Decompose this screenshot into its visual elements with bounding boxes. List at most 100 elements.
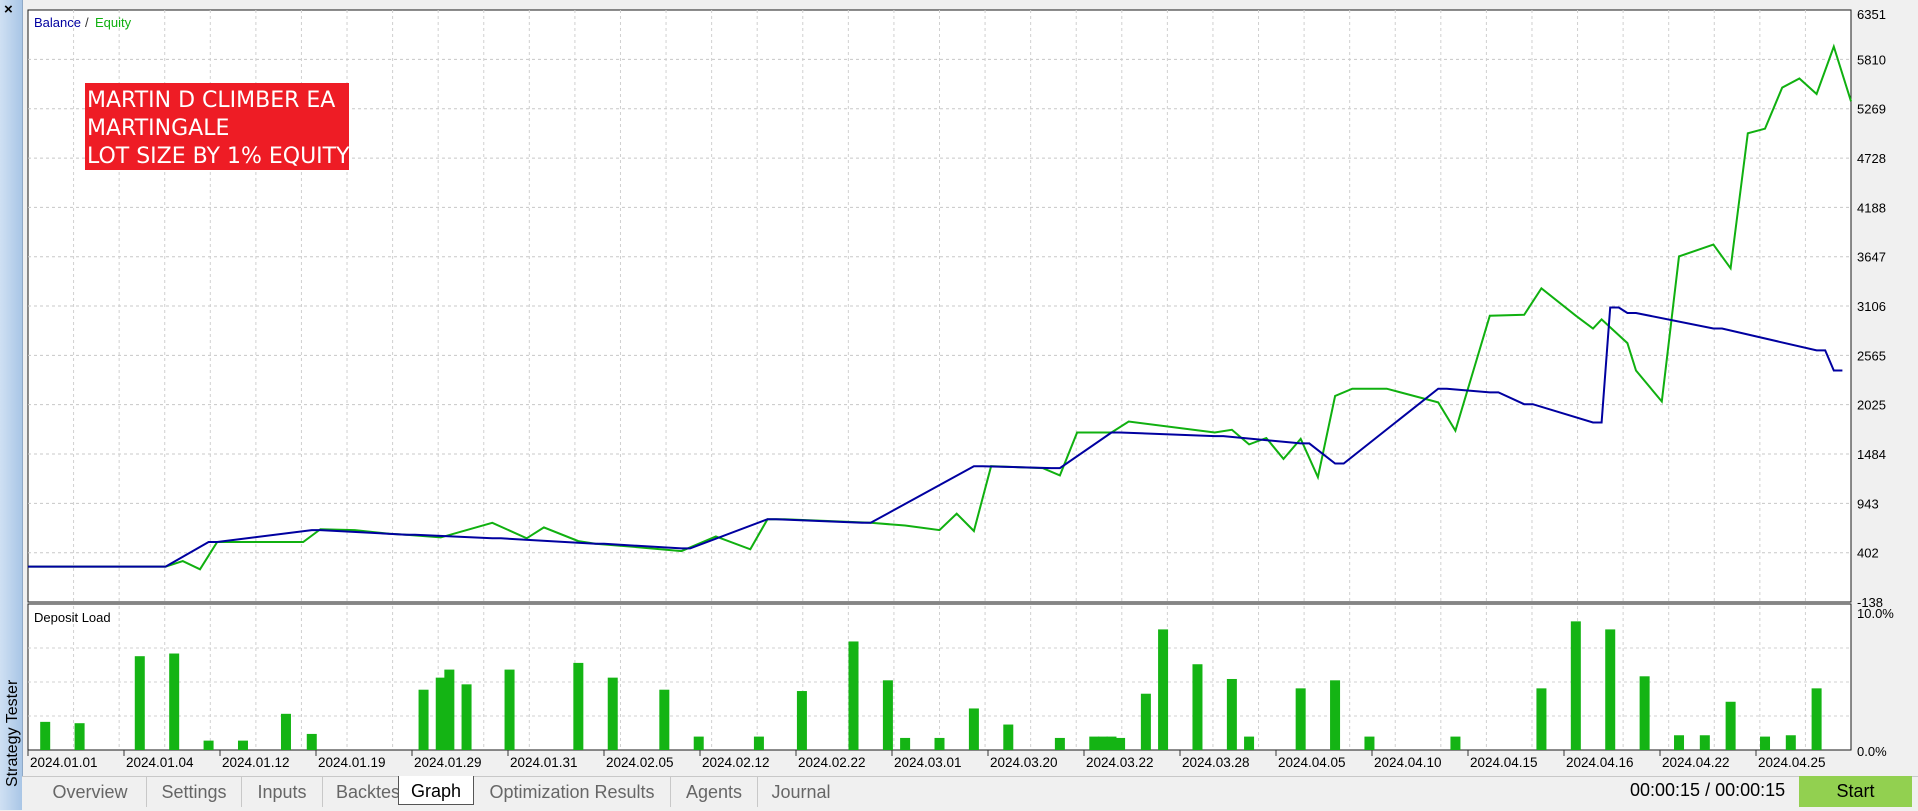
deposit-bar [607, 677, 618, 750]
deposit-bar [169, 653, 180, 750]
deposit-bar [74, 723, 85, 750]
x-tick-label: 2024.02.22 [798, 755, 866, 770]
deposit-bar [693, 736, 704, 750]
main-y-axis: 6351 5810 5269 4728 4188 3647 3106 2565 2025 1484… [1857, 7, 1886, 610]
deposit-bar [882, 680, 893, 750]
deposit-bar [796, 691, 807, 750]
y-tick-label: 1484 [1857, 447, 1886, 462]
y-tick-label: 2565 [1857, 348, 1886, 363]
deposit-bar [1003, 724, 1014, 750]
deposit-bar [504, 669, 515, 750]
deposit-bar [1699, 735, 1710, 750]
x-tick-label: 2024.04.22 [1662, 755, 1730, 770]
deposit-bar [1785, 735, 1796, 750]
banner-line-2: MARTINGALE [87, 116, 229, 141]
deposit-bar [1364, 736, 1375, 750]
x-tick-label: 2024.03.01 [894, 755, 962, 770]
x-tick-label: 2024.01.01 [30, 755, 98, 770]
deposit-bar [1192, 664, 1203, 750]
deposit-bar [40, 721, 51, 750]
x-tick-label: 2024.04.16 [1566, 755, 1634, 770]
legend-equity: Equity [95, 15, 132, 30]
x-tick-label: 2024.02.12 [702, 755, 770, 770]
deposit-bar [1089, 736, 1100, 750]
x-tick-label: 2024.04.15 [1470, 755, 1538, 770]
x-axis-labels: 2024.01.01 2024.01.04 2024.01.12 2024.01.19… [27, 750, 1826, 770]
graph-area: 6351 5810 5269 4728 4188 3647 3106 2565 2025 1484… [27, 7, 1894, 770]
y-tick-label: 943 [1857, 496, 1879, 511]
deposit-bar [1811, 688, 1822, 750]
x-tick-label: 2024.04.05 [1278, 755, 1346, 770]
deposit-bar [1295, 688, 1306, 750]
deposit-bar [418, 689, 429, 750]
deposit-bar [134, 656, 145, 750]
y-tick-label: 3647 [1857, 250, 1886, 265]
deposit-bar [1450, 736, 1461, 750]
deposit-bar [934, 737, 945, 750]
x-tick-label: 2024.04.25 [1758, 755, 1826, 770]
y-tick-label: 402 [1857, 546, 1879, 561]
legend-separator: / [85, 15, 89, 30]
x-tick-label: 2024.03.22 [1086, 755, 1154, 770]
start-button[interactable]: Start [1799, 776, 1912, 807]
deposit-bar [1674, 735, 1685, 750]
deposit-bar [1570, 621, 1581, 750]
deposit-bar [1760, 736, 1771, 750]
deposit-bar [1639, 676, 1650, 750]
deposit-bar [573, 662, 584, 750]
y-tick-label: 4188 [1857, 200, 1886, 215]
x-tick-label: 2024.01.12 [222, 755, 290, 770]
deposit-bar [848, 641, 859, 750]
deposit-bar [968, 708, 979, 750]
tab-agents[interactable]: Agents [671, 777, 758, 807]
y-tick-label: 5269 [1857, 102, 1886, 117]
deposit-ytick-bottom: 0.0% [1857, 744, 1887, 759]
tab-journal[interactable]: Journal [758, 777, 844, 807]
y-tick-label: 5810 [1857, 52, 1886, 67]
x-tick-label: 2024.01.31 [510, 755, 578, 770]
deposit-bar [1725, 701, 1736, 750]
deposit-chart-title: Deposit Load [34, 610, 111, 625]
deposit-bar [1605, 629, 1616, 750]
deposit-bar [1330, 680, 1341, 750]
x-tick-label: 2024.03.20 [990, 755, 1058, 770]
tab-overview[interactable]: Overview [34, 777, 147, 807]
deposit-bar [1115, 737, 1126, 750]
deposit-bar [461, 684, 472, 750]
deposit-bar [1226, 678, 1237, 750]
deposit-bar [659, 689, 670, 750]
tab-settings[interactable]: Settings [147, 777, 242, 807]
deposit-bar [1054, 737, 1065, 750]
deposit-bar [1140, 693, 1151, 750]
deposit-bar [444, 669, 455, 750]
elapsed-timer: 00:00:15 / 00:00:15 [1630, 780, 1786, 800]
deposit-bar [237, 740, 248, 750]
x-tick-label: 2024.01.29 [414, 755, 482, 770]
x-tick-label: 2024.01.04 [126, 755, 194, 770]
tab-graph[interactable]: Graph [398, 776, 474, 805]
deposit-bar [280, 713, 291, 750]
deposit-bar [435, 677, 446, 750]
deposit-bar [900, 737, 911, 750]
x-tick-label: 2024.03.28 [1182, 755, 1250, 770]
deposit-ytick-top: 10.0% [1857, 606, 1894, 621]
tab-optimization-results[interactable]: Optimization Results [474, 777, 671, 807]
tab-inputs[interactable]: Inputs [242, 777, 323, 807]
y-tick-label: 6351 [1857, 7, 1886, 22]
legend-balance: Balance [34, 15, 81, 30]
banner-line-3: LOT SIZE BY 1% EQUITY [87, 144, 350, 169]
x-tick-label: 2024.01.19 [318, 755, 386, 770]
deposit-bar [306, 733, 317, 750]
deposit-bar [753, 736, 764, 750]
banner-line-1: MARTIN D CLIMBER EA [87, 88, 335, 113]
deposit-bar [1536, 688, 1547, 750]
deposit-bar [1097, 736, 1108, 750]
x-tick-label: 2024.04.10 [1374, 755, 1442, 770]
y-tick-label: 3106 [1857, 299, 1886, 314]
y-tick-label: 4728 [1857, 151, 1886, 166]
deposit-bar [1158, 629, 1169, 750]
x-tick-label: 2024.02.05 [606, 755, 674, 770]
y-tick-label: 2025 [1857, 398, 1886, 413]
deposit-bar [203, 740, 214, 750]
deposit-bar [1106, 736, 1117, 750]
